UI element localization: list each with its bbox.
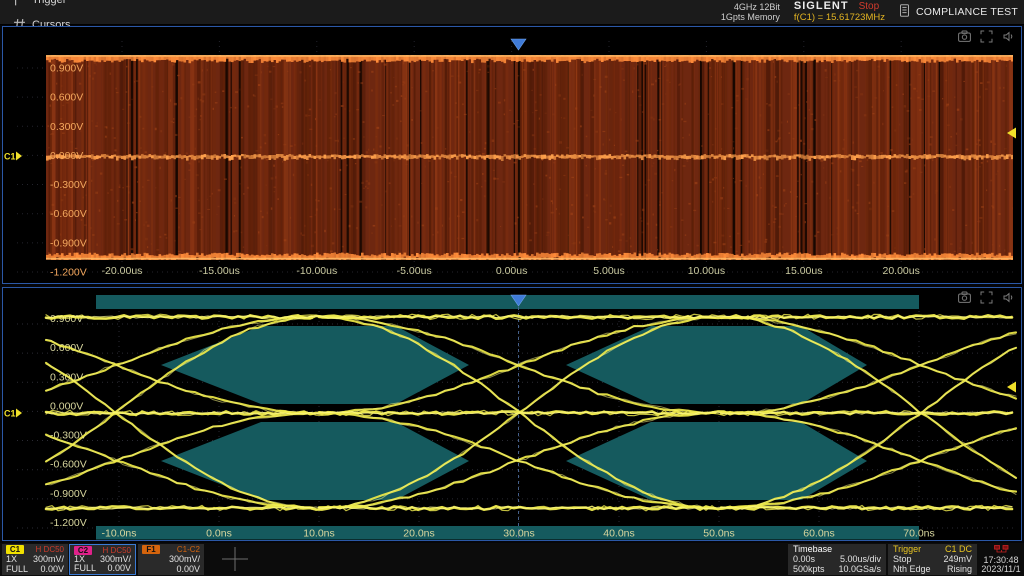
timebase-sample-rate: 10.0GSa/s (838, 565, 881, 574)
time-tick-label: 10.00us (688, 265, 725, 277)
speaker-icon[interactable] (1002, 291, 1015, 304)
menu-item-trigger[interactable]: Trigger (0, 0, 88, 12)
fullscreen-icon[interactable] (980, 30, 993, 43)
time-tick-label: 0.0ns (206, 528, 232, 540)
compliance-test-label: COMPLIANCE TEST (916, 6, 1018, 18)
memory-label: 1Gpts Memory (721, 12, 780, 22)
time-tick-label: -20.00us (102, 265, 143, 277)
volt-tick-label: 0.900V (50, 63, 83, 75)
c2-offset: 0.00V (107, 564, 131, 573)
c1-coupling: H DC50 (36, 545, 64, 554)
frequency-counter: f(C1) = 15.61723MHz (794, 12, 885, 23)
status-bar: C1 H DC50 1X 300mV/ FULL 0.00V C2 H DC50… (0, 543, 1024, 576)
menu-bar: UtilityDisplayAcquireTriggerCursorsMeasu… (0, 0, 1024, 25)
clock-date: 2023/11/1 (981, 565, 1020, 574)
trigger-level-marker[interactable] (1007, 382, 1016, 393)
volt-tick-label: 0.000V (50, 150, 83, 162)
trigger-source-coupling: C1 DC (945, 545, 972, 554)
c1-offset: 0.00V (40, 565, 64, 574)
time-tick-label: 20.0ns (403, 528, 435, 540)
trigger-title: Trigger (893, 545, 921, 554)
persistence-trace (46, 55, 1017, 263)
time-tick-label: 70.0ns (903, 528, 935, 540)
volt-tick-label: -0.600V (50, 459, 87, 471)
report-icon (899, 4, 910, 20)
clock-block: 17:30:48 2023/11/1 (979, 544, 1023, 575)
timebase-scale: 5.00us/div (840, 555, 881, 564)
time-tick-label: 15.00us (785, 265, 822, 277)
volt-tick-label: 0.300V (50, 121, 83, 133)
math-box-f1[interactable]: F1 C1-C2 300mV/ 0.00V (138, 544, 204, 575)
bandwidth-label: 4GHz 12Bit (721, 2, 780, 12)
volt-tick-label: -0.600V (50, 208, 87, 220)
volt-tick-label: 0.600V (50, 92, 83, 104)
volt-tick-label: -1.200V (50, 266, 87, 278)
f1-badge: F1 (142, 545, 160, 554)
acquisition-status: Stop (859, 1, 880, 12)
camera-icon[interactable] (958, 291, 971, 304)
time-tick-label: -10.0ns (101, 528, 136, 540)
compliance-test-button[interactable]: COMPLIANCE TEST (899, 4, 1018, 20)
trigger-box[interactable]: Trigger C1 DC Stop 249mV Nth Edge Rising (888, 544, 977, 575)
waveform-panel-capture: 0.900V 0.600V 0.300V 0.000V -0.300V -0.600V -0… (2, 26, 1022, 284)
waveform-panel-eye-diagram: 0.900V0.600V0.300V0.000V-0.300V-0.600V-0… (2, 287, 1022, 541)
timebase-box[interactable]: Timebase 0.00s 5.00us/div 500kpts 10.0GS… (788, 544, 886, 575)
c1-position-label: C1 (4, 409, 16, 419)
fullscreen-icon[interactable] (980, 291, 993, 304)
time-tick-label: 20.00us (883, 265, 920, 277)
brand-block: SIGLENT Stop f(C1) = 15.61723MHz (794, 1, 885, 23)
volt-tick-label: -0.300V (50, 179, 87, 191)
c1-scale: 300mV/ (33, 555, 64, 564)
c1-position-label: C1 (4, 152, 16, 162)
time-tick-label: 50.0ns (703, 528, 735, 540)
time-tick-label: 40.0ns (603, 528, 635, 540)
brand-logo: SIGLENT (794, 1, 849, 12)
time-tick-label: 0.00us (496, 265, 528, 277)
volt-tick-label: -0.900V (50, 488, 87, 500)
oscilloscope-screen: UtilityDisplayAcquireTriggerCursorsMeasu… (0, 0, 1024, 576)
timebase-points: 500kpts (793, 565, 825, 574)
speaker-icon[interactable] (1002, 30, 1015, 43)
menu-right-info: 4GHz 12Bit 1Gpts Memory SIGLENT Stop f(C… (721, 1, 1024, 23)
trigger-slope: Rising (947, 565, 972, 574)
trigger-status: Stop (893, 555, 912, 564)
f1-offset: 0.00V (176, 565, 200, 574)
channel-box-c1[interactable]: C1 H DC50 1X 300mV/ FULL 0.00V (2, 544, 68, 575)
c1-badge: C1 (6, 545, 24, 554)
capture-waveform-display: 0.900V 0.600V 0.300V 0.000V -0.300V -0.600V -0… (3, 27, 1021, 283)
volt-tick-label: 0.300V (50, 371, 83, 383)
panel1-icon-tray (958, 30, 1015, 43)
c1-probe: 1X (6, 555, 17, 564)
trigger-position-marker[interactable] (511, 39, 526, 50)
crosshair-icon (222, 547, 248, 571)
timebase-title: Timebase (793, 545, 832, 554)
hardware-info: 4GHz 12Bit 1Gpts Memory (721, 2, 780, 22)
c1-position-marker[interactable]: C1 (4, 409, 22, 419)
time-tick-label: 30.0ns (503, 528, 535, 540)
channel-box-c2[interactable]: C2 H DC50 1X 300mV/ FULL 0.00V (69, 544, 136, 575)
c1-bandwidth: FULL (6, 565, 28, 574)
trigger-type: Nth Edge (893, 565, 931, 574)
menu-item-label: Trigger (32, 0, 66, 6)
timebase-delay: 0.00s (793, 555, 815, 564)
time-tick-label: 60.0ns (803, 528, 835, 540)
c1-position-marker[interactable]: C1 (4, 152, 22, 162)
time-tick-label: -5.00us (397, 265, 432, 277)
flag-icon (13, 0, 26, 6)
time-tick-label: -15.00us (199, 265, 240, 277)
volt-tick-label: -0.900V (50, 237, 87, 249)
c2-bandwidth: FULL (74, 564, 96, 573)
trigger-level: 249mV (943, 555, 972, 564)
eye-trace (46, 314, 1016, 511)
time-tick-label: 5.00us (593, 265, 625, 277)
time-tick-label: -10.00us (296, 265, 337, 277)
f1-expression: C1-C2 (177, 545, 200, 554)
eye-diagram-display: 0.900V0.600V0.300V0.000V-0.300V-0.600V-0… (3, 288, 1021, 540)
panel2-icon-tray (958, 291, 1015, 304)
camera-icon[interactable] (958, 30, 971, 43)
f1-scale: 300mV/ (169, 555, 200, 564)
volt-tick-label: -1.200V (50, 517, 87, 529)
time-tick-label: 10.0ns (303, 528, 335, 540)
